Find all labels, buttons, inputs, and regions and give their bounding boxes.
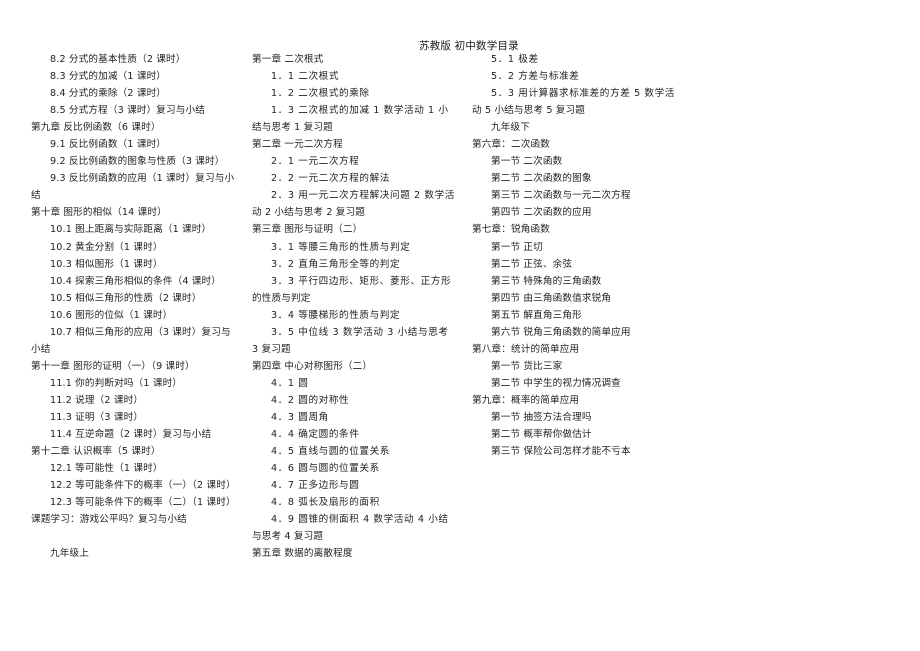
toc-heading: 第九章 反比例函数（6 课时） <box>31 122 161 134</box>
toc-column-2: 第一章 二次根式 1．1 二次根式 1．2 二次根式的乘除 1．3 二次根式的加减 1… <box>252 51 467 562</box>
toc-column-1: 8.2 分式的基本性质（2 课时） 8.3 分式的加减（1 课时） 8.4 分式的乘… <box>31 51 246 562</box>
toc-entry: 10.5 相似三角形的性质（2 课时） <box>50 292 202 304</box>
toc-entry: 第一节 抽签方法合理吗 <box>491 411 592 423</box>
toc-entry: 10.4 探索三角形相似的条件（4 课时） <box>50 275 222 287</box>
toc-entry: 4．1 圆 <box>271 377 309 389</box>
toc-entry: 3．5 中位线 3 数学活动 3 小结与思考 <box>271 326 449 338</box>
toc-entry: 3．2 直角三角形全等的判定 <box>271 258 401 270</box>
toc-heading: 第五章 数据的离散程度 <box>252 548 353 560</box>
toc-entry: 8.2 分式的基本性质（2 课时） <box>50 54 186 65</box>
toc-entry: 3．3 平行四边形、矩形、菱形、正方形 <box>271 275 452 287</box>
toc-entry: 第二节 中学生的视力情况调查 <box>491 377 621 389</box>
toc-heading: 第四章 中心对称图形（二） <box>252 360 373 372</box>
toc-entry: 动 2 小结与思考 2 复习题 <box>252 207 365 219</box>
toc-heading: 九年级上 <box>50 548 89 560</box>
toc-entry: 4．3 圆周角 <box>271 411 329 423</box>
toc-entry: 2．2 一元二次方程的解法 <box>271 173 390 185</box>
toc-entry: 1．3 二次根式的加减 1 数学活动 1 小 <box>271 105 449 117</box>
toc-entry: 8.3 分式的加减（1 课时） <box>50 71 167 83</box>
toc-entry: 第四节 由三角函数值求锐角 <box>491 292 612 304</box>
toc-entry: 3 复习题 <box>252 343 291 355</box>
toc-entry: 第二节 正弦、余弦 <box>491 258 573 270</box>
toc-entry: 2．3 用一元二次方程解决问题 2 数学活 <box>271 190 455 202</box>
toc-entry: 3．1 等腰三角形的性质与判定 <box>271 241 411 253</box>
toc-entry: 9.2 反比例函数的图象与性质（3 课时） <box>50 156 225 168</box>
toc-column-3: 5．1 极差 5．2 方差与标准差 5．3 用计算器求标准差的方差 5 数学活动 5… <box>472 51 702 460</box>
toc-entry: 4．4 确定圆的条件 <box>271 429 360 441</box>
toc-entry: 10.6 图形的位似（1 课时） <box>50 309 173 321</box>
toc-entry: 第五节 解直角三角形 <box>491 309 582 321</box>
toc-entry: 4．7 正多边形与圆 <box>271 480 360 492</box>
toc-heading: 第一章 二次根式 <box>252 54 324 65</box>
toc-entry: 第一节 正切 <box>491 241 543 253</box>
toc-entry: 5．3 用计算器求标准差的方差 5 数学活 <box>491 88 675 100</box>
toc-heading: 第七章：锐角函数 <box>472 224 550 236</box>
toc-entry: 10.2 黄金分割（1 课时） <box>50 241 163 253</box>
toc-entry: 2．1 一元二次方程 <box>271 156 360 168</box>
toc-entry: 第三节 特殊角的三角函数 <box>491 275 602 287</box>
toc-entry: 11.1 你的判断对吗（1 课时） <box>50 377 183 389</box>
toc-entry: 12.3 等可能条件下的概率（二）（1 课时） <box>50 497 236 509</box>
toc-entry: 第三节 保险公司怎样才能不亏本 <box>491 446 631 458</box>
toc-entry: 10.1 图上距离与实际距离（1 课时） <box>50 224 212 236</box>
toc-entry: 第四节 二次函数的应用 <box>491 207 592 219</box>
toc-entry: 第六节 锐角三角函数的简单应用 <box>491 326 631 338</box>
toc-entry: 1．1 二次根式 <box>271 71 340 83</box>
toc-entry: 4．5 直线与圆的位置关系 <box>271 446 390 458</box>
toc-entry: 12.2 等可能条件下的概率（一）（2 课时） <box>50 480 236 492</box>
toc-entry: 5．2 方差与标准差 <box>491 71 580 83</box>
toc-heading: 第三章 图形与证明（二） <box>252 224 363 236</box>
toc-entry: 4．6 圆与圆的位置关系 <box>271 463 380 475</box>
toc-entry: 第一节 二次函数 <box>491 156 563 168</box>
toc-entry: 4．8 弧长及扇形的面积 <box>271 497 380 509</box>
toc-entry: 4．2 圆的对称性 <box>271 394 350 406</box>
toc-entry: 5．1 极差 <box>491 54 539 65</box>
toc-entry: 结与思考 1 复习题 <box>252 122 333 134</box>
toc-entry: 9.1 反比例函数（1 课时） <box>50 139 167 151</box>
toc-entry: 11.2 说理（2 课时） <box>50 394 144 406</box>
toc-heading: 第二章 一元二次方程 <box>252 139 343 151</box>
toc-entry: 结 <box>31 190 41 202</box>
toc-entry: 第二节 概率帮你做估计 <box>491 429 592 441</box>
toc-entry: 小结 <box>31 343 51 355</box>
toc-entry: 9.3 反比例函数的应用（1 课时）复习与小 <box>50 173 235 185</box>
toc-entry: 第一节 货比三家 <box>491 360 563 372</box>
toc-entry: 12.1 等可能性（1 课时） <box>50 463 163 475</box>
toc-entry: 11.4 互逆命题（2 课时）复习与小结 <box>50 429 212 441</box>
toc-entry: 第二节 二次函数的图象 <box>491 173 592 185</box>
toc-entry: 1．2 二次根式的乘除 <box>271 88 370 100</box>
toc-entry: 3．4 等腰梯形的性质与判定 <box>271 309 401 321</box>
toc-heading: 第六章：二次函数 <box>472 139 550 151</box>
toc-entry: 动 5 小结与思考 5 复习题 <box>472 105 585 117</box>
toc-entry: 8.5 分式方程（3 课时）复习与小结 <box>50 105 206 117</box>
toc-entry: 第三节 二次函数与一元二次方程 <box>491 190 631 202</box>
toc-entry: 11.3 证明（3 课时） <box>50 411 144 423</box>
toc-heading: 课题学习：游戏公平吗？复习与小结 <box>31 514 187 526</box>
toc-entry: 8.4 分式的乘除（2 课时） <box>50 88 167 100</box>
toc-entry: 与思考 4 复习题 <box>252 531 324 543</box>
toc-entry: 4．9 圆锥的侧面积 4 数学活动 4 小结 <box>271 514 449 526</box>
toc-heading: 九年级下 <box>491 122 530 134</box>
toc-entry: 的性质与判定 <box>252 292 311 304</box>
toc-heading: 第十二章 认识概率（5 课时） <box>31 446 161 458</box>
toc-entry: 10.3 相似图形（1 课时） <box>50 258 163 270</box>
toc-heading: 第十章 图形的相似（14 课时） <box>31 207 167 219</box>
toc-heading: 第九章：概率的简单应用 <box>472 394 580 406</box>
toc-heading: 第八章：统计的简单应用 <box>472 343 580 355</box>
toc-heading: 第十一章 图形的证明（一）（9 课时） <box>31 360 195 372</box>
toc-entry: 10.7 相似三角形的应用（3 课时）复习与 <box>50 326 231 338</box>
